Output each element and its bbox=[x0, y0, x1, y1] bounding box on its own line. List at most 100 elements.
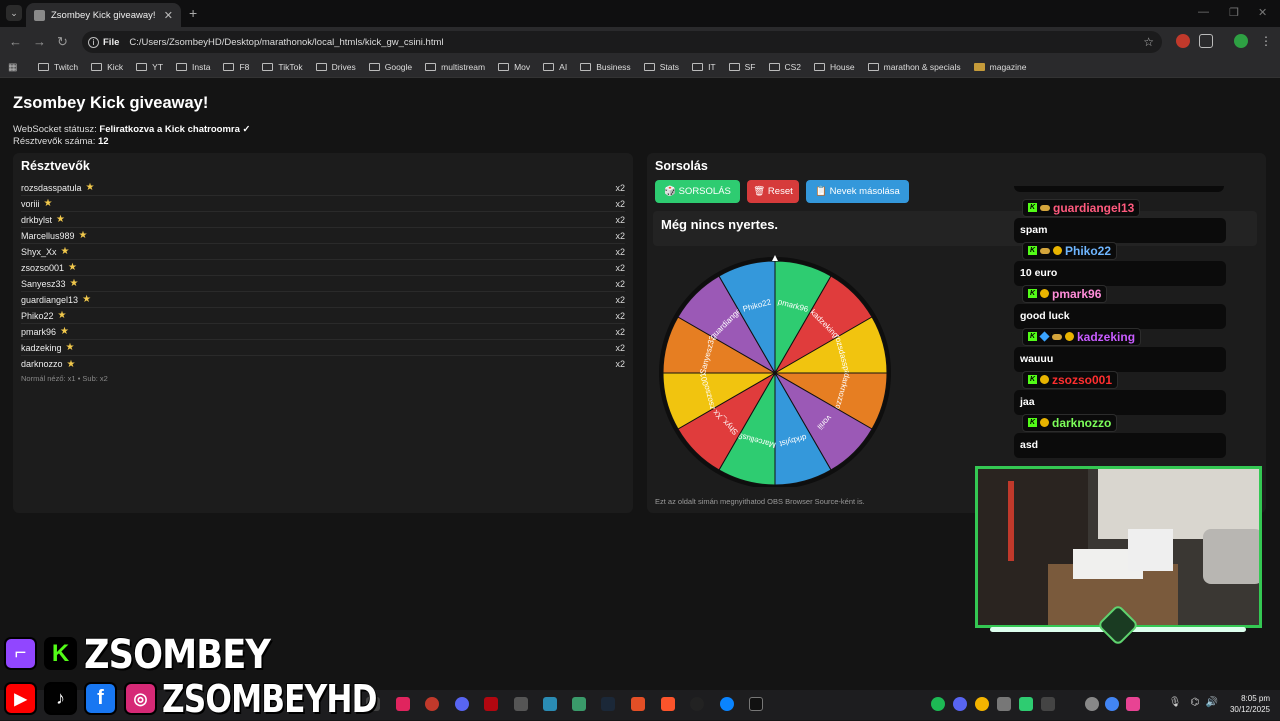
browser-tab[interactable]: Zsombey Kick giveaway! ✕ bbox=[26, 3, 181, 27]
participant-multiplier: x2 bbox=[615, 310, 625, 321]
tray-icon[interactable] bbox=[1085, 697, 1099, 711]
chat-user-badge: Kdarknozzo bbox=[1022, 413, 1118, 432]
folder-icon bbox=[643, 63, 655, 71]
sub-badge-icon bbox=[1052, 333, 1062, 340]
folder-icon bbox=[223, 63, 235, 71]
gifter-badge-icon bbox=[1065, 332, 1074, 341]
tab-search-button[interactable]: ⌄ bbox=[6, 5, 22, 21]
draw-button[interactable]: 🎲 SORSOLÁS bbox=[655, 180, 740, 203]
network-icon[interactable]: ⌬ bbox=[1188, 697, 1202, 711]
bookmark-folder[interactable]: TikTok bbox=[262, 62, 303, 72]
participant-name: darknozzo bbox=[21, 359, 63, 369]
reset-button[interactable]: 🗑 Reset bbox=[747, 180, 799, 203]
bookmark-folder[interactable]: Business bbox=[580, 62, 631, 72]
bookmark-star-icon[interactable]: ☆ bbox=[1143, 35, 1154, 49]
taskbar-app-icon[interactable] bbox=[543, 697, 557, 711]
profile-avatar[interactable] bbox=[1234, 34, 1248, 48]
extensions-puzzle-icon[interactable] bbox=[1199, 34, 1213, 48]
kick-badge-icon: K bbox=[1028, 418, 1037, 427]
bookmark-folder[interactable]: AI bbox=[543, 62, 567, 72]
apps-grid-icon[interactable]: ▦ bbox=[8, 62, 22, 73]
chat-username: kadzeking bbox=[1077, 329, 1136, 344]
bookmark-folder[interactable]: Google bbox=[368, 62, 412, 72]
tray-icon[interactable] bbox=[953, 697, 967, 711]
folder-icon bbox=[425, 63, 437, 71]
steam-icon[interactable] bbox=[601, 697, 615, 711]
kick-badge-icon: K bbox=[1028, 289, 1037, 298]
participant-row: pmark96 ★ x2 bbox=[21, 324, 625, 340]
menu-kebab-icon[interactable]: ⋮ bbox=[1259, 34, 1273, 48]
bookmark-folder[interactable]: Insta bbox=[176, 62, 210, 72]
chrome-tray-icon[interactable] bbox=[975, 697, 989, 711]
bookmark-folder[interactable]: YT bbox=[136, 62, 163, 72]
bookmark-link[interactable]: magazine bbox=[973, 62, 1027, 72]
tray-icon[interactable] bbox=[1019, 697, 1033, 711]
maximize-icon[interactable]: ❐ bbox=[1229, 6, 1239, 19]
chat-user-badge: K Phiko22 bbox=[1022, 241, 1118, 260]
reload-icon[interactable]: ↻ bbox=[57, 34, 68, 50]
tray-icon[interactable] bbox=[997, 697, 1011, 711]
taskbar-clock[interactable]: 8:05 pm 30/12/2025 bbox=[1230, 693, 1270, 715]
forward-icon[interactable]: → bbox=[33, 34, 46, 49]
sub-star-icon: ★ bbox=[65, 342, 75, 353]
bookmark-folder[interactable]: Drives bbox=[315, 62, 356, 72]
volume-icon[interactable]: 🔊 bbox=[1205, 697, 1219, 711]
taskbar-app-icon[interactable] bbox=[631, 697, 645, 711]
chat-fade bbox=[1014, 186, 1224, 192]
extension-icon[interactable] bbox=[1176, 34, 1190, 48]
participant-multiplier: x2 bbox=[615, 326, 625, 337]
folder-icon bbox=[814, 63, 826, 71]
bookmark-folder[interactable]: IT bbox=[692, 62, 716, 72]
new-tab-button[interactable]: + bbox=[189, 5, 197, 21]
sub-badge-icon bbox=[1040, 418, 1049, 427]
tray-icon[interactable] bbox=[1041, 697, 1055, 711]
bookmark-folder[interactable]: Stats bbox=[643, 62, 679, 72]
close-window-icon[interactable]: ✕ bbox=[1258, 6, 1267, 19]
epic-games-icon[interactable] bbox=[749, 697, 763, 711]
taskbar-app-icon[interactable] bbox=[425, 697, 439, 711]
minimize-icon[interactable]: — bbox=[1198, 6, 1209, 18]
bookmark-folder[interactable]: CS2 bbox=[768, 62, 801, 72]
scheme-label: File bbox=[103, 36, 120, 48]
clock-time: 8:05 pm bbox=[1241, 694, 1270, 703]
taskbar-app-icon[interactable] bbox=[396, 697, 410, 711]
folder-icon bbox=[580, 63, 592, 71]
brave-icon[interactable] bbox=[661, 697, 675, 711]
sub-star-icon: ★ bbox=[57, 310, 67, 321]
site-info-icon[interactable]: i bbox=[88, 36, 99, 48]
bookmark-folder[interactable]: Twitch bbox=[38, 62, 78, 72]
close-tab-icon[interactable]: ✕ bbox=[164, 9, 173, 22]
participant-name: kadzeking bbox=[21, 342, 62, 353]
weight-note: Normál néző: x1 • Sub: x2 bbox=[21, 374, 108, 383]
sub-badge-icon bbox=[1040, 375, 1049, 384]
discord-icon[interactable] bbox=[455, 697, 469, 711]
bookmark-folder[interactable]: Kick bbox=[91, 62, 123, 72]
tray-icon[interactable] bbox=[1126, 697, 1140, 711]
url-text[interactable]: C:/Users/ZsombeyHD/Desktop/marathonok/lo… bbox=[129, 37, 443, 48]
participant-multiplier: x2 bbox=[615, 230, 625, 241]
sub-star-icon: ★ bbox=[68, 262, 77, 273]
chat-username: guardiangel13 bbox=[1053, 200, 1135, 215]
bookmark-folder[interactable]: SF bbox=[728, 62, 756, 72]
taskbar-app-icon[interactable] bbox=[720, 697, 734, 711]
kick-icon: K bbox=[44, 637, 77, 670]
bookmark-folder[interactable]: F8 bbox=[223, 62, 249, 72]
address-bar[interactable]: i File C:/Users/ZsombeyHD/Desktop/marath… bbox=[82, 31, 1162, 53]
taskbar-app-icon[interactable] bbox=[572, 697, 586, 711]
giveaway-wheel[interactable]: pmark96kadzekingrozsdasspadarknozzovorii… bbox=[659, 255, 891, 487]
spotify-icon[interactable] bbox=[931, 697, 945, 711]
taskbar-app-icon[interactable] bbox=[514, 697, 528, 711]
bookmark-folder[interactable]: marathon & specials bbox=[867, 62, 961, 72]
netflix-icon[interactable] bbox=[484, 697, 498, 711]
copy-names-button[interactable]: 📋 Nevek másolása bbox=[806, 180, 909, 203]
participant-row: drkbylst ★ x2 bbox=[21, 212, 625, 228]
bookmark-folder[interactable]: Mov bbox=[498, 62, 530, 72]
sub-star-icon: ★ bbox=[56, 214, 65, 225]
tray-icon[interactable] bbox=[1105, 697, 1119, 711]
bookmark-folder[interactable]: House bbox=[814, 62, 855, 72]
bookmark-folder[interactable]: multistream bbox=[425, 62, 485, 72]
back-icon[interactable]: ← bbox=[9, 34, 22, 49]
obs-icon[interactable] bbox=[690, 697, 704, 711]
microphone-icon[interactable]: 🎙 bbox=[1168, 697, 1182, 711]
chat-message: Kpmark96 good luck bbox=[1014, 282, 1226, 329]
